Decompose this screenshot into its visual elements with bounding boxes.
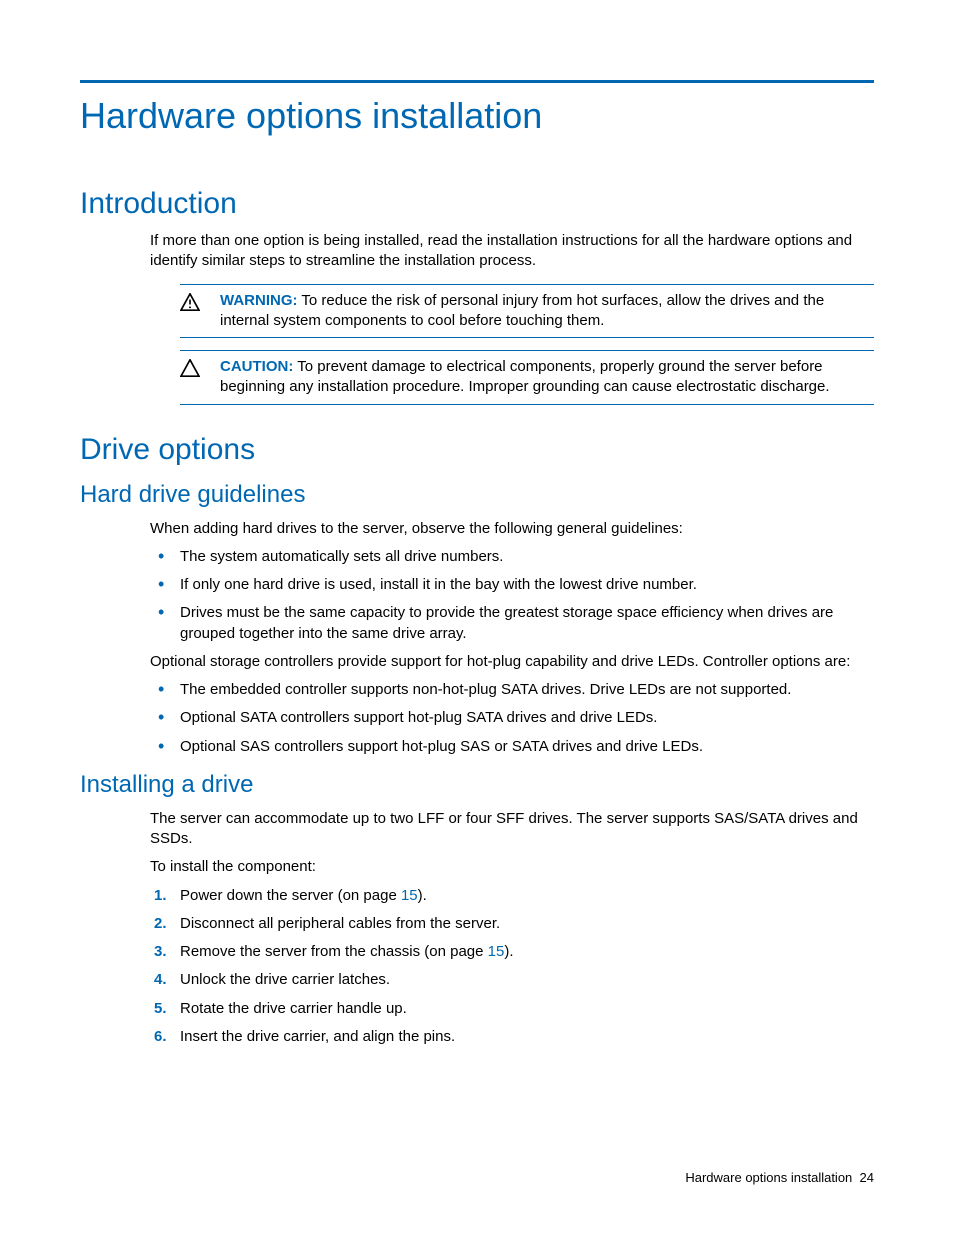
guidelines-bullet-list-1: The system automatically sets all drive … (150, 547, 874, 644)
warning-label: WARNING: (220, 292, 298, 309)
guidelines-intro: When adding hard drives to the server, o… (150, 519, 864, 539)
subsection-heading-guidelines: Hard drive guidelines (80, 481, 874, 509)
page-link[interactable]: 15 (488, 943, 505, 960)
step-text-post: ). (418, 887, 427, 904)
step-text: Power down the server (on page (180, 887, 401, 904)
page-footer: Hardware options installation 24 (685, 1170, 874, 1185)
footer-page-number: 24 (860, 1170, 874, 1185)
list-item: If only one hard drive is used, install … (150, 575, 874, 595)
section-heading-introduction: Introduction (80, 187, 874, 221)
step-item: Disconnect all peripheral cables from th… (150, 914, 874, 934)
caution-label: CAUTION: (220, 358, 293, 375)
document-page: Hardware options installation Introducti… (0, 0, 954, 1235)
step-text-post: ). (504, 943, 513, 960)
caution-body: To prevent damage to electrical componen… (220, 358, 830, 395)
warning-icon (180, 291, 220, 316)
installing-para1: The server can accommodate up to two LFF… (150, 809, 864, 850)
installing-para2: To install the component: (150, 857, 864, 877)
warning-body: To reduce the risk of personal injury fr… (220, 292, 824, 329)
step-item: Unlock the drive carrier latches. (150, 970, 874, 990)
caution-callout: CAUTION: To prevent damage to electrical… (180, 350, 874, 405)
list-item: The embedded controller supports non-hot… (150, 680, 874, 700)
guidelines-para2: Optional storage controllers provide sup… (150, 652, 864, 672)
page-title: Hardware options installation (80, 95, 874, 137)
subsection-heading-installing: Installing a drive (80, 771, 874, 799)
list-item: The system automatically sets all drive … (150, 547, 874, 567)
step-item: Rotate the drive carrier handle up. (150, 999, 874, 1019)
install-steps: Power down the server (on page 15). Disc… (150, 886, 874, 1048)
footer-title: Hardware options installation (685, 1170, 852, 1185)
caution-text: CAUTION: To prevent damage to electrical… (220, 357, 874, 398)
step-item: Remove the server from the chassis (on p… (150, 942, 874, 962)
page-link[interactable]: 15 (401, 887, 418, 904)
list-item: Drives must be the same capacity to prov… (150, 603, 874, 644)
list-item: Optional SAS controllers support hot-plu… (150, 737, 874, 757)
step-text: Disconnect all peripheral cables from th… (180, 915, 500, 932)
section-heading-drive-options: Drive options (80, 433, 874, 467)
warning-text: WARNING: To reduce the risk of personal … (220, 291, 874, 332)
top-rule (80, 80, 874, 83)
list-item: Optional SATA controllers support hot-pl… (150, 708, 874, 728)
warning-callout: WARNING: To reduce the risk of personal … (180, 284, 874, 339)
step-text: Remove the server from the chassis (on p… (180, 943, 488, 960)
step-item: Power down the server (on page 15). (150, 886, 874, 906)
step-text: Insert the drive carrier, and align the … (180, 1028, 455, 1045)
caution-icon (180, 357, 220, 382)
intro-paragraph: If more than one option is being install… (150, 231, 864, 272)
step-item: Insert the drive carrier, and align the … (150, 1027, 874, 1047)
step-text: Unlock the drive carrier latches. (180, 971, 390, 988)
guidelines-bullet-list-2: The embedded controller supports non-hot… (150, 680, 874, 757)
step-text: Rotate the drive carrier handle up. (180, 1000, 407, 1017)
